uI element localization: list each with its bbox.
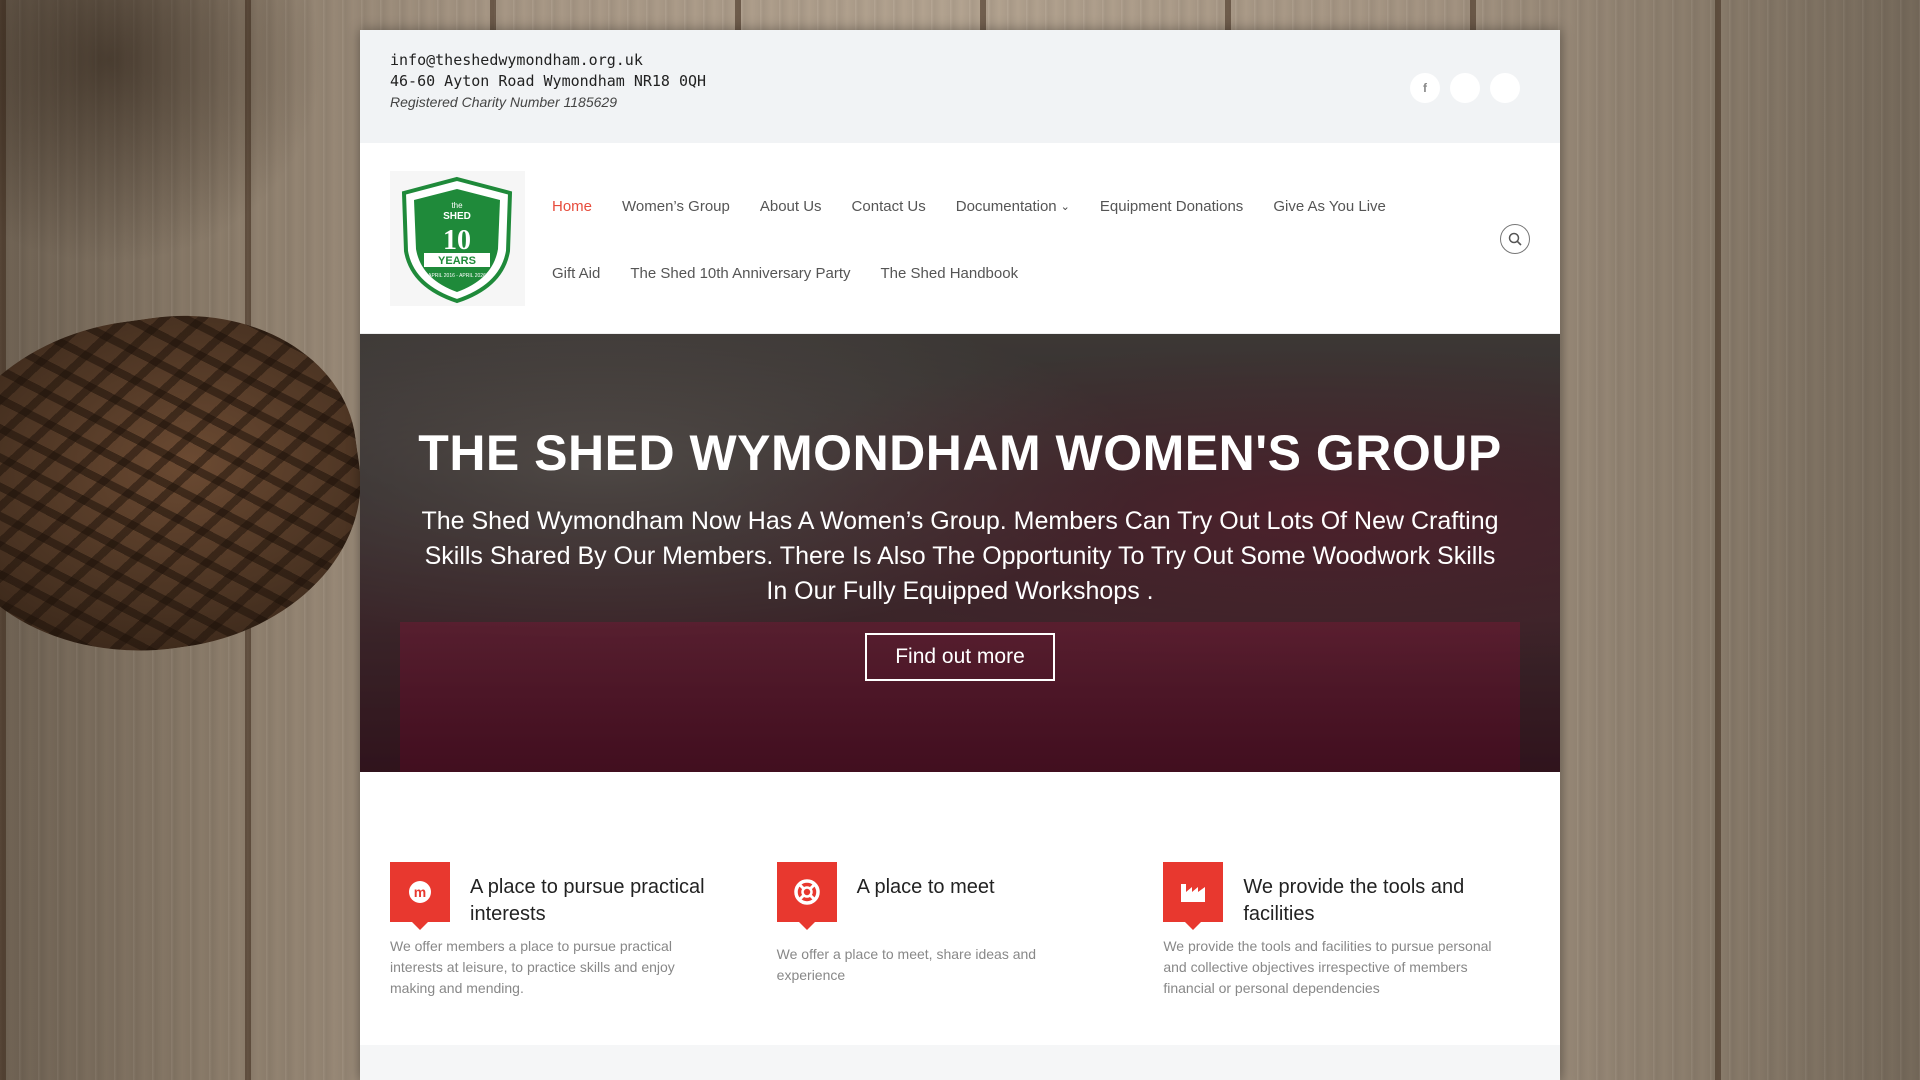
logo-text-number: 10 [443, 225, 471, 256]
search-button[interactable] [1500, 224, 1530, 254]
lifebuoy-icon [776, 862, 837, 930]
site-header: the SHED 10 YEARS APRIL 2016 - APRIL 202… [360, 143, 1560, 334]
industry-icon [1163, 862, 1224, 930]
hero-content: THE SHED WYMONDHAM WOMEN'S GROUP The She… [360, 424, 1560, 681]
feature-description: We offer a place to meet, share ideas an… [776, 945, 1037, 983]
feature-tools-facilities: We provide the tools and facilities We p… [1163, 862, 1550, 999]
nav-item-anniversary-party[interactable]: The Shed 10th Anniversary Party [630, 265, 850, 282]
logo-text-shed: SHED [443, 211, 471, 222]
search-icon [1508, 232, 1522, 246]
nav-item-womens-group[interactable]: Women’s Group [622, 198, 730, 215]
top-bar: info@theshedwymondham.org.uk 46-60 Ayton… [360, 30, 1560, 143]
logo-text-years: YEARS [438, 255, 476, 267]
feature-title: A place to meet [856, 876, 995, 898]
logo-text-dates: APRIL 2016 - APRIL 2026 [428, 273, 486, 279]
contact-email[interactable]: info@theshedwymondham.org.uk [390, 50, 706, 71]
background-knot [0, 0, 360, 300]
nav-item-documentation[interactable]: Documentation ⌄ [956, 198, 1070, 215]
site-logo[interactable]: the SHED 10 YEARS APRIL 2016 - APRIL 202… [390, 171, 525, 306]
contact-info: info@theshedwymondham.org.uk 46-60 Ayton… [390, 50, 706, 110]
nav-item-shed-handbook[interactable]: The Shed Handbook [880, 265, 1018, 282]
chevron-down-icon: ⌄ [1060, 201, 1070, 213]
feature-description: We offer members a place to pursue pract… [390, 938, 675, 996]
social-icon-2[interactable] [1450, 73, 1480, 103]
logo-text-the: the [451, 201, 463, 210]
charity-number: Registered Charity Number 1185629 [390, 94, 617, 110]
nav-row-2: Gift Aid The Shed 10th Anniversary Party… [552, 240, 1452, 307]
next-section-strip [360, 1045, 1560, 1080]
nav-item-contact-us[interactable]: Contact Us [852, 198, 926, 215]
hero-title: THE SHED WYMONDHAM WOMEN'S GROUP [418, 425, 1502, 481]
nav-item-documentation-label: Documentation [955, 198, 1057, 215]
nav-row-1: Home Women’s Group About Us Contact Us D… [552, 173, 1452, 240]
facebook-icon[interactable]: f [1410, 73, 1440, 103]
features-section: m A place to pursue practical interests … [390, 862, 1550, 999]
background-pinecone [0, 292, 381, 678]
main-nav: Home Women’s Group About Us Contact Us D… [552, 173, 1452, 307]
nav-item-equipment-donations[interactable]: Equipment Donations [1100, 198, 1243, 215]
feature-place-to-meet: A place to meet We offer a place to meet… [776, 862, 1164, 999]
feature-practical-interests: m A place to pursue practical interests … [390, 862, 777, 999]
find-out-more-button[interactable]: Find out more [865, 633, 1055, 681]
hero-slider: THE SHED WYMONDHAM WOMEN'S GROUP The She… [360, 334, 1560, 772]
feature-title: We provide the tools and facilities [1243, 876, 1465, 925]
social-links: f [1410, 73, 1520, 103]
hero-text: The Shed Wymondham Now Has A Women’s Gro… [421, 507, 1499, 605]
feature-title: A place to pursue practical interests [470, 876, 705, 925]
contact-address: 46-60 Ayton Road Wymondham NR18 0QH [390, 72, 707, 90]
nav-item-gift-aid[interactable]: Gift Aid [552, 265, 600, 282]
nav-item-home[interactable]: Home [552, 198, 592, 215]
page-container: info@theshedwymondham.org.uk 46-60 Ayton… [360, 30, 1560, 1080]
social-icon-3[interactable] [1490, 73, 1520, 103]
meetup-icon: m [390, 862, 450, 930]
nav-item-give-as-you-live[interactable]: Give As You Live [1273, 198, 1386, 215]
nav-item-about-us[interactable]: About Us [760, 198, 822, 215]
svg-text:m: m [414, 884, 426, 900]
feature-description: We provide the tools and facilities to p… [1163, 938, 1492, 996]
